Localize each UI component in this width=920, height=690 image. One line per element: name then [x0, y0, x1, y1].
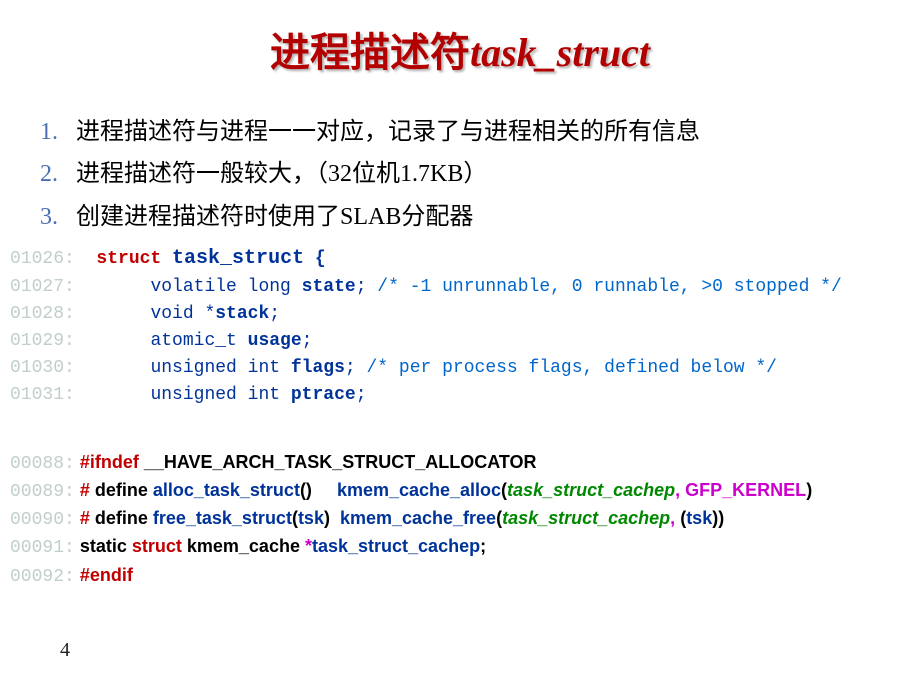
arg: task_struct_cachep — [502, 508, 670, 528]
semicolon: ; — [356, 277, 367, 297]
code-block-macros: 00088: #ifndef __HAVE_ARCH_TASK_STRUCT_A… — [10, 449, 920, 589]
keyword: struct — [96, 249, 161, 269]
define: define — [90, 480, 153, 500]
semicolon: ; — [345, 358, 356, 378]
semicolon: ; — [302, 331, 313, 351]
parens: () — [300, 480, 337, 500]
keyword: static — [80, 536, 132, 556]
member: usage — [248, 331, 302, 351]
type: atomic_t — [150, 331, 247, 351]
line-number: 01030: — [10, 358, 75, 378]
bullet-number: 3. — [40, 198, 76, 236]
line-number: 01031: — [10, 385, 75, 405]
arg: tsk — [686, 508, 712, 528]
semicolon: ; — [269, 304, 280, 324]
title-cn: 进程描述符 — [270, 31, 470, 75]
param: tsk — [298, 508, 324, 528]
code-line: 00092: #endif — [10, 562, 920, 590]
code-line: 00088: #ifndef __HAVE_ARCH_TASK_STRUCT_A… — [10, 449, 920, 477]
variable: task_struct_cachep — [312, 536, 480, 556]
member: flags — [291, 358, 345, 378]
type: unsigned int — [150, 385, 290, 405]
bullet-number: 1. — [40, 113, 76, 151]
code-line: 01028: void *stack; — [10, 301, 920, 328]
bullet-item: 3. 创建进程描述符时使用了SLAB分配器 — [40, 198, 920, 236]
function-name: free_task_struct — [153, 508, 292, 528]
member: state — [302, 277, 356, 297]
bullet-list: 1. 进程描述符与进程一一对应，记录了与进程相关的所有信息 2. 进程描述符一般… — [40, 113, 920, 236]
code-line: 01029: atomic_t usage; — [10, 328, 920, 355]
semicolon: ; — [480, 536, 486, 556]
code-line: 00089: # define alloc_task_struct() kmem… — [10, 477, 920, 505]
type: kmem_cache — [187, 536, 305, 556]
type: void * — [150, 304, 215, 324]
call: kmem_cache_alloc — [337, 480, 501, 500]
code-block-struct: 01026: struct task_struct { 01027: volat… — [10, 244, 920, 409]
comment: /* -1 unrunnable, 0 runnable, >0 stopped… — [367, 277, 842, 297]
paren-close: ) — [718, 508, 724, 528]
arg: task_struct_cachep — [507, 480, 675, 500]
preprocessor: # — [80, 480, 90, 500]
code-line: 00090: # define free_task_struct(tsk) km… — [10, 505, 920, 533]
line-number: 01026: — [10, 249, 75, 269]
function-name: alloc_task_struct — [153, 480, 300, 500]
line-number: 00091: — [10, 538, 75, 558]
line-number: 00092: — [10, 567, 75, 587]
code-line: 01026: struct task_struct { — [10, 244, 920, 274]
bullet-text: 进程描述符与进程一一对应，记录了与进程相关的所有信息 — [76, 113, 700, 151]
code-line: 01027: volatile long state; /* -1 unrunn… — [10, 274, 920, 301]
preprocessor: #endif — [80, 565, 133, 585]
code-line: 00091: static struct kmem_cache *task_st… — [10, 533, 920, 561]
line-number: 00089: — [10, 482, 75, 502]
preprocessor: # — [80, 508, 90, 528]
bullet-item: 2. 进程描述符一般较大，（32位机1.7KB） — [40, 155, 920, 193]
title-en: task_struct — [470, 30, 650, 75]
bullet-text: 进程描述符一般较大，（32位机1.7KB） — [76, 155, 487, 193]
bullet-text: 创建进程描述符时使用了SLAB分配器 — [76, 198, 473, 236]
code-line: 01030: unsigned int flags; /* per proces… — [10, 355, 920, 382]
identifier: task_struct — [172, 247, 304, 270]
slide-number: 4 — [60, 639, 70, 662]
line-number: 00088: — [10, 454, 75, 474]
define: define — [90, 508, 153, 528]
keyword: struct — [132, 536, 187, 556]
macro: __HAVE_ARCH_TASK_STRUCT_ALLOCATOR — [144, 452, 537, 472]
line-number: 00090: — [10, 510, 75, 530]
comma: , — [670, 508, 680, 528]
type: unsigned int — [150, 358, 290, 378]
line-number: 01027: — [10, 277, 75, 297]
semicolon: ; — [356, 385, 367, 405]
comment: /* per process flags, defined below */ — [356, 358, 777, 378]
line-number: 01028: — [10, 304, 75, 324]
bullet-item: 1. 进程描述符与进程一一对应，记录了与进程相关的所有信息 — [40, 113, 920, 151]
comma: , — [675, 480, 685, 500]
paren-close: ) — [324, 508, 340, 528]
type: volatile long — [150, 277, 301, 297]
preprocessor: #ifndef — [80, 452, 144, 472]
bullet-number: 2. — [40, 155, 76, 193]
call: kmem_cache_free — [340, 508, 496, 528]
member: stack — [215, 304, 269, 324]
member: ptrace — [291, 385, 356, 405]
star: * — [305, 536, 312, 556]
line-number: 01029: — [10, 331, 75, 351]
code-line: 01031: unsigned int ptrace; — [10, 382, 920, 409]
brace: { — [304, 249, 326, 269]
paren-close: ) — [806, 480, 812, 500]
slide-title: 进程描述符task_struct — [0, 0, 920, 78]
arg: GFP_KERNEL — [685, 480, 806, 500]
